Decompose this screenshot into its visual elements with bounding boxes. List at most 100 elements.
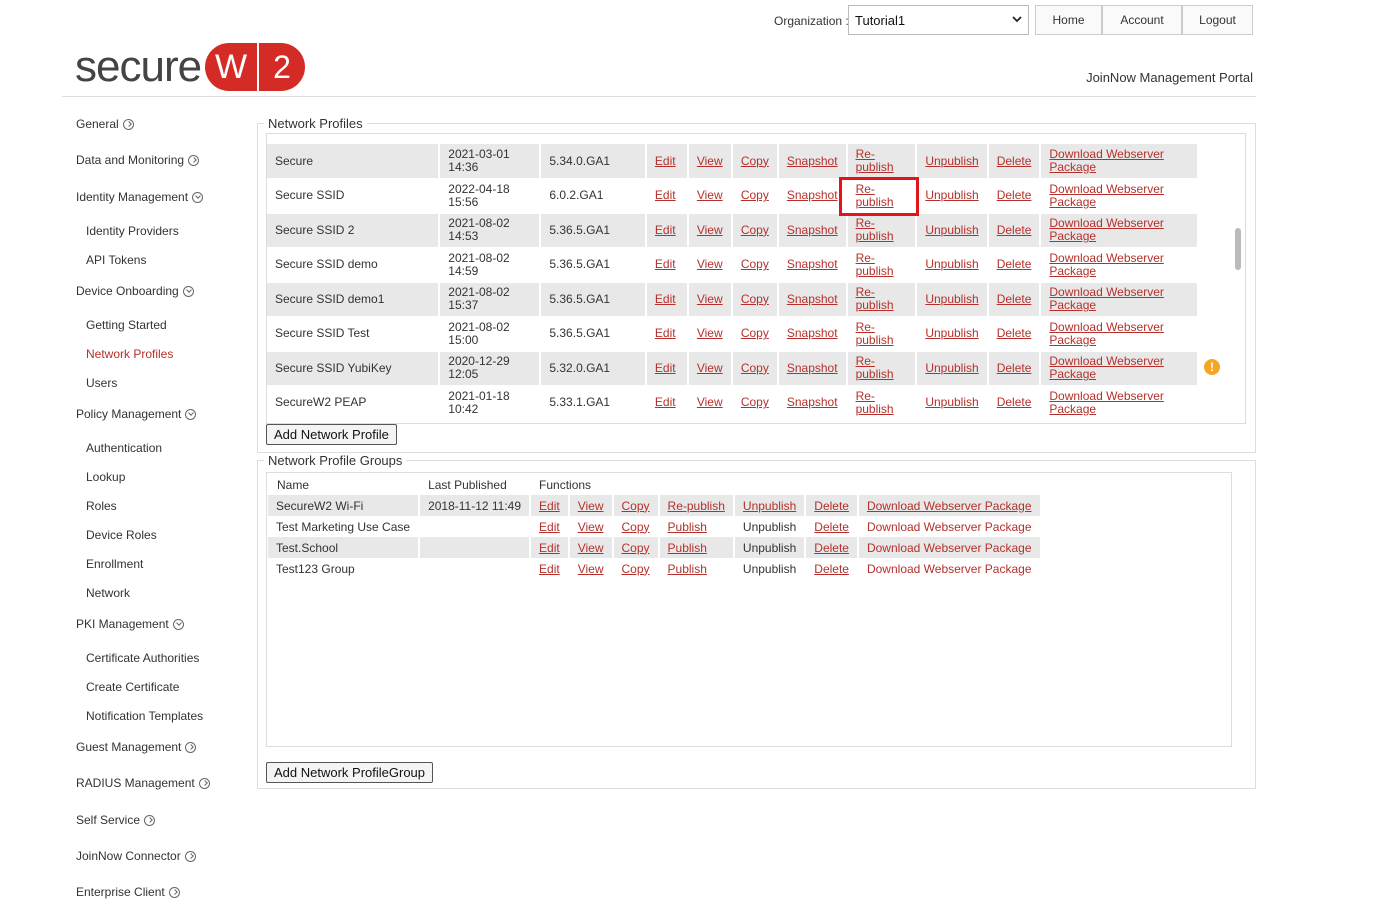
sidebar-item-identity-providers[interactable]: Identity Providers [86, 224, 179, 238]
home-button[interactable]: Home [1035, 5, 1102, 35]
sidebar-item-joinnow-connector[interactable]: JoinNow Connector [76, 849, 196, 863]
view-link[interactable]: View [697, 223, 723, 237]
delete-link[interactable]: Delete [814, 562, 849, 576]
view-link[interactable]: View [578, 520, 604, 534]
unpublish-link[interactable]: Unpublish [925, 223, 978, 237]
snapshot-link[interactable]: Snapshot [787, 395, 838, 409]
account-button[interactable]: Account [1102, 5, 1182, 35]
view-link[interactable]: View [578, 562, 604, 576]
edit-link[interactable]: Edit [655, 154, 676, 168]
delete-link[interactable]: Delete [997, 326, 1032, 340]
edit-link[interactable]: Edit [655, 188, 676, 202]
download-webserver-package-link[interactable]: Download Webserver Package [867, 562, 1032, 576]
edit-link[interactable]: Edit [539, 520, 560, 534]
sidebar-item-policy-management[interactable]: Policy Management [76, 407, 197, 421]
securew2-logo[interactable]: secure W 2 [75, 41, 306, 93]
sidebar-item-network-profiles[interactable]: Network Profiles [86, 347, 173, 361]
download-webserver-package-link[interactable]: Download Webserver Package [867, 520, 1032, 534]
snapshot-link[interactable]: Snapshot [787, 361, 838, 375]
unpublish-link[interactable]: Unpublish [925, 257, 978, 271]
copy-link[interactable]: Copy [741, 154, 769, 168]
sidebar-item-enterprise-client[interactable]: Enterprise Client [76, 885, 180, 899]
copy-link[interactable]: Copy [622, 562, 650, 576]
copy-link[interactable]: Copy [622, 541, 650, 555]
publish-link[interactable]: Publish [668, 541, 707, 555]
edit-link[interactable]: Edit [655, 223, 676, 237]
snapshot-link[interactable]: Snapshot [787, 257, 838, 271]
delete-link[interactable]: Delete [997, 361, 1032, 375]
snapshot-link[interactable]: Snapshot [787, 292, 838, 306]
logout-button[interactable]: Logout [1182, 5, 1253, 35]
sidebar-item-device-onboarding[interactable]: Device Onboarding [76, 284, 194, 298]
edit-link[interactable]: Edit [655, 361, 676, 375]
delete-link[interactable]: Delete [997, 395, 1032, 409]
sidebar-item-users[interactable]: Users [86, 376, 117, 390]
sidebar-item-api-tokens[interactable]: API Tokens [86, 253, 146, 267]
publish-link[interactable]: Publish [668, 562, 707, 576]
sidebar-item-certificate-authorities[interactable]: Certificate Authorities [86, 651, 199, 665]
republish-link[interactable]: Re-publish [856, 285, 894, 312]
sidebar-item-identity-management[interactable]: Identity Management [76, 190, 204, 204]
view-link[interactable]: View [697, 154, 723, 168]
edit-link[interactable]: Edit [539, 541, 560, 555]
view-link[interactable]: View [697, 257, 723, 271]
publish-link[interactable]: Publish [668, 520, 707, 534]
sidebar-item-authentication[interactable]: Authentication [86, 441, 162, 455]
view-link[interactable]: View [697, 292, 723, 306]
network-profiles-list[interactable]: Secure 2021-03-01 14:36 5.34.0.GA1 Edit View C… [266, 133, 1246, 424]
edit-link[interactable]: Edit [655, 292, 676, 306]
unpublish-link[interactable]: Unpublish [925, 292, 978, 306]
add-network-profile-button[interactable]: Add Network Profile [266, 424, 397, 445]
sidebar-item-guest-management[interactable]: Guest Management [76, 740, 197, 754]
edit-link[interactable]: Edit [539, 562, 560, 576]
copy-link[interactable]: Copy [741, 223, 769, 237]
view-link[interactable]: View [578, 541, 604, 555]
unpublish-link[interactable]: Unpublish [925, 361, 978, 375]
sidebar-item-getting-started[interactable]: Getting Started [86, 318, 167, 332]
add-network-profile-group-button[interactable]: Add Network ProfileGroup [266, 762, 434, 783]
copy-link[interactable]: Copy [622, 499, 650, 513]
sidebar-item-self-service[interactable]: Self Service [76, 813, 156, 827]
download-webserver-package-link[interactable]: Download Webserver Package [867, 499, 1032, 513]
view-link[interactable]: View [697, 395, 723, 409]
delete-link[interactable]: Delete [997, 292, 1032, 306]
republish-link[interactable]: Re-publish [856, 389, 894, 416]
profiles-scrollbar[interactable] [1235, 228, 1241, 270]
edit-link[interactable]: Edit [655, 257, 676, 271]
sidebar-item-device-roles[interactable]: Device Roles [86, 528, 157, 542]
copy-link[interactable]: Copy [741, 326, 769, 340]
download-webserver-package-link[interactable]: Download Webserver Package [1049, 216, 1164, 243]
sidebar-item-roles[interactable]: Roles [86, 499, 117, 513]
republish-link[interactable]: Re-publish [856, 216, 894, 243]
edit-link[interactable]: Edit [655, 326, 676, 340]
sidebar-item-lookup[interactable]: Lookup [86, 470, 125, 484]
delete-link[interactable]: Delete [997, 154, 1032, 168]
view-link[interactable]: View [578, 499, 604, 513]
unpublish-link[interactable]: Unpublish [925, 188, 978, 202]
copy-link[interactable]: Copy [741, 395, 769, 409]
republish-link[interactable]: Re-publish [856, 147, 894, 174]
unpublish-link[interactable]: Unpublish [925, 395, 978, 409]
unpublish-link[interactable]: Unpublish [925, 326, 978, 340]
download-webserver-package-link[interactable]: Download Webserver Package [867, 541, 1032, 555]
download-webserver-package-link[interactable]: Download Webserver Package [1049, 354, 1164, 381]
view-link[interactable]: View [697, 326, 723, 340]
delete-link[interactable]: Delete [997, 257, 1032, 271]
delete-link[interactable]: Delete [814, 541, 849, 555]
sidebar-item-enrollment[interactable]: Enrollment [86, 557, 143, 571]
network-profile-groups-list[interactable]: Name Last Published Functions SecureW2 W… [266, 472, 1232, 747]
edit-link[interactable]: Edit [539, 499, 560, 513]
unpublish-link[interactable]: Unpublish [925, 154, 978, 168]
sidebar-item-notification-templates[interactable]: Notification Templates [86, 709, 203, 723]
download-webserver-package-link[interactable]: Download Webserver Package [1049, 182, 1164, 209]
view-link[interactable]: View [697, 361, 723, 375]
copy-link[interactable]: Copy [741, 257, 769, 271]
sidebar-item-create-certificate[interactable]: Create Certificate [86, 680, 179, 694]
copy-link[interactable]: Copy [741, 188, 769, 202]
sidebar-item-pki-management[interactable]: PKI Management [76, 617, 184, 631]
download-webserver-package-link[interactable]: Download Webserver Package [1049, 147, 1164, 174]
download-webserver-package-link[interactable]: Download Webserver Package [1049, 251, 1164, 278]
snapshot-link[interactable]: Snapshot [787, 223, 838, 237]
publish-link[interactable]: Re-publish [668, 499, 725, 513]
view-link[interactable]: View [697, 188, 723, 202]
